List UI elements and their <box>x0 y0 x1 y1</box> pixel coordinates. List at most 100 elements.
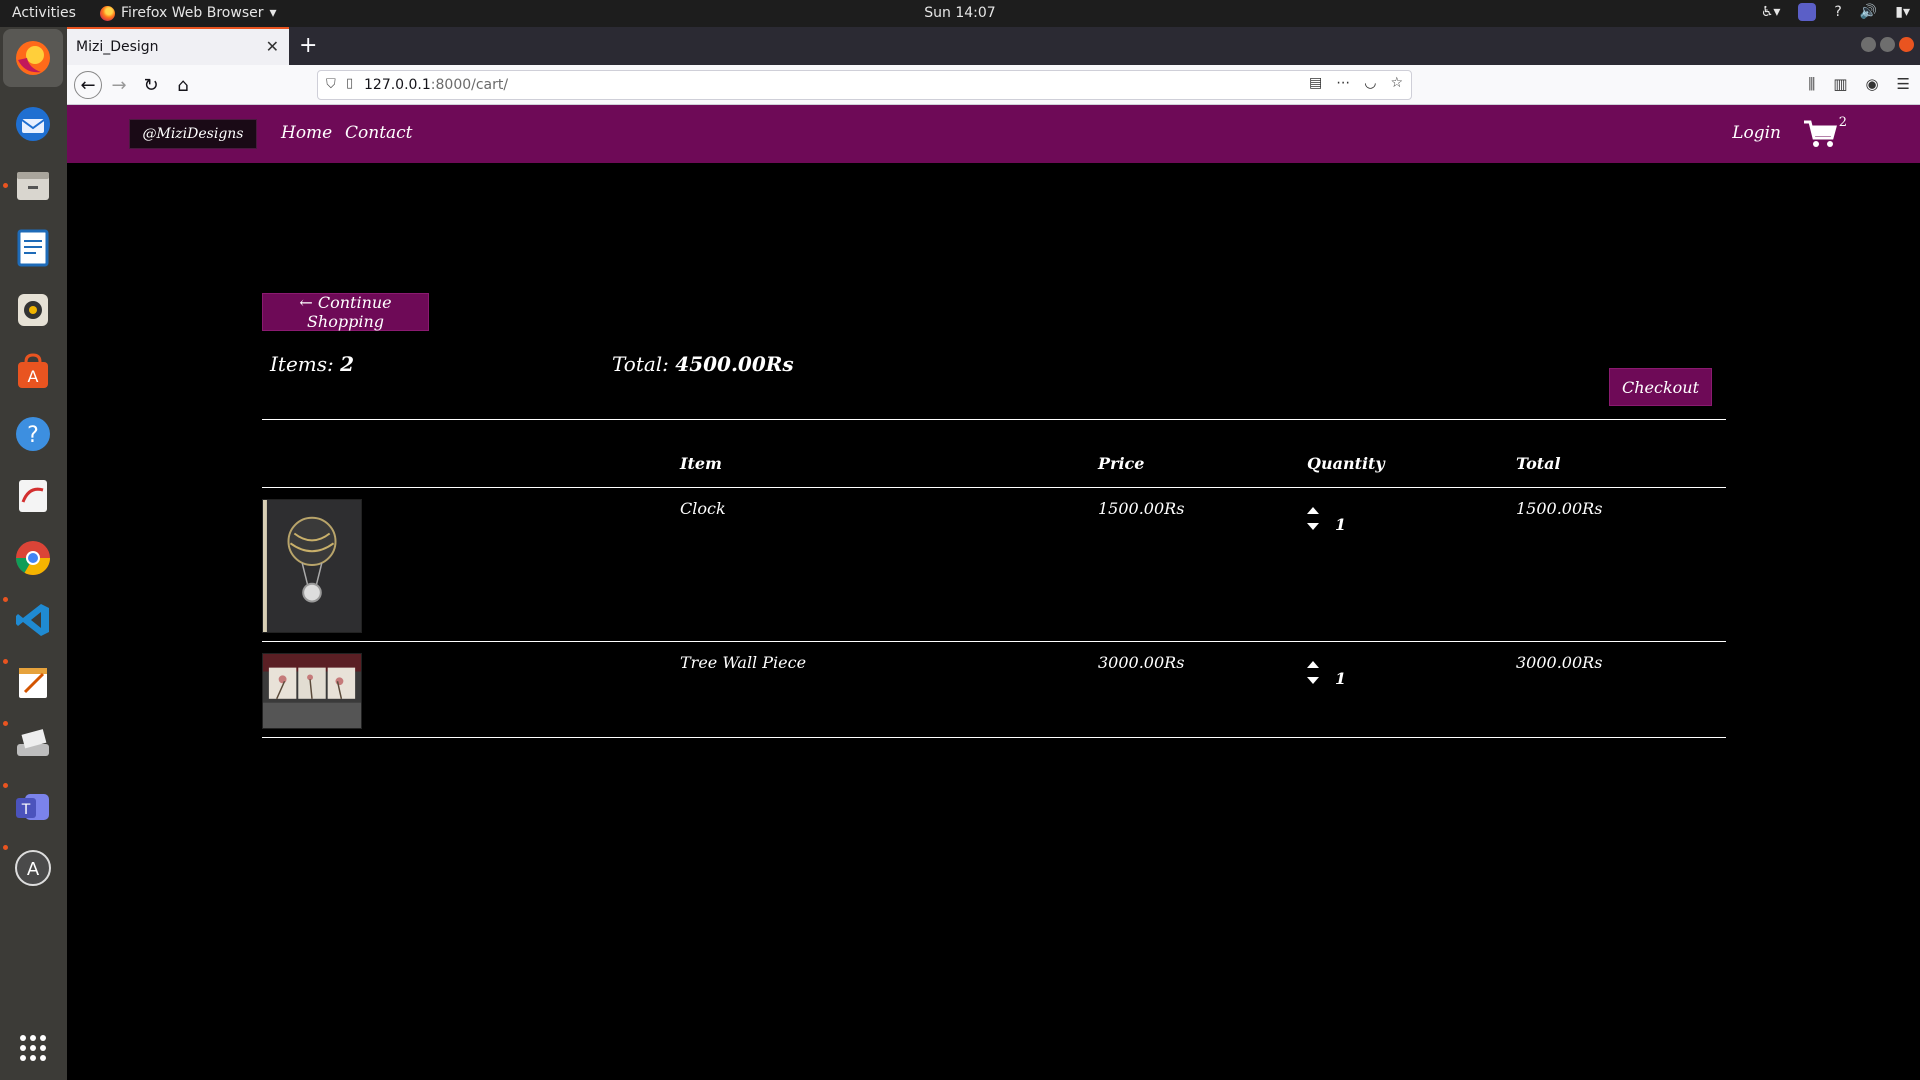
text-editor-icon <box>19 668 47 698</box>
battery-icon[interactable]: ▮▾ <box>1895 4 1910 20</box>
url-bar[interactable]: ⛉ ▯ 127.0.0.1:8000/cart/ ▤ ⋯ ◡ ☆ <box>317 70 1412 100</box>
help-tray-icon[interactable]: ? <box>1834 4 1841 20</box>
product-image-tree-wall-piece <box>262 653 362 729</box>
dock-rhythmbox[interactable] <box>10 287 56 333</box>
site-navbar: @MiziDesigns Home Contact Login 2 <box>67 105 1920 163</box>
header-quantity: Quantity <box>1307 454 1385 473</box>
close-window-button[interactable] <box>1899 37 1914 52</box>
teams-icon: T <box>16 794 49 820</box>
dock-files[interactable] <box>10 163 56 209</box>
library-icon[interactable]: ⫼ <box>1808 75 1815 93</box>
svg-text:A: A <box>27 859 40 880</box>
system-clock[interactable]: Sun 14:07 <box>0 5 1920 21</box>
account-icon[interactable]: ◉ <box>1865 75 1878 93</box>
header-item: Item <box>680 454 722 473</box>
document-viewer-icon <box>19 480 47 512</box>
chrome-icon <box>16 541 50 575</box>
items-summary: Items: 2 <box>270 352 354 376</box>
dock-writer[interactable] <box>10 225 56 271</box>
back-arrow-icon[interactable]: ← <box>74 71 102 99</box>
increase-quantity-icon[interactable] <box>1307 507 1319 514</box>
dock-thunderbird[interactable] <box>10 101 56 147</box>
increase-quantity-icon[interactable] <box>1307 661 1319 668</box>
help-icon: ? <box>16 417 50 451</box>
window-controls <box>1861 37 1914 52</box>
dock-teams[interactable]: T <box>10 783 56 829</box>
dock-scanner[interactable] <box>10 721 56 767</box>
header-price: Price <box>1098 454 1145 473</box>
app-menu-label: Firefox Web Browser <box>121 5 264 21</box>
close-tab-icon[interactable]: ✕ <box>266 37 279 56</box>
maximize-window-button[interactable] <box>1880 37 1895 52</box>
dock: A ? T A <box>0 27 67 1080</box>
chevron-down-icon: ▾ <box>269 5 277 21</box>
row-divider <box>262 737 1726 738</box>
teams-tray-icon[interactable] <box>1798 3 1817 21</box>
svg-text:A: A <box>28 367 39 386</box>
nav-contact-link[interactable]: Contact <box>345 123 413 143</box>
browser-window: Mizi_Design ✕ + ← → ↻ ⌂ ⛉ ▯ 127.0.0.1:80… <box>67 27 1920 1080</box>
header-total: Total <box>1516 454 1561 473</box>
volume-icon[interactable]: 🔊 <box>1860 4 1877 20</box>
dock-firefox[interactable] <box>3 29 63 87</box>
sidebar-icon[interactable]: ▥ <box>1833 75 1847 93</box>
vscode-icon <box>16 604 49 636</box>
thunderbird-icon <box>16 107 50 141</box>
hamburger-menu-icon[interactable]: ☰ <box>1897 75 1910 93</box>
toolbar-right: ⫼ ▥ ◉ ☰ <box>1808 75 1920 93</box>
decrease-quantity-icon[interactable] <box>1307 677 1319 684</box>
accessibility-icon[interactable]: ♿▾ <box>1761 4 1781 20</box>
system-top-bar: Activities Firefox Web Browser ▾ Sun 14:… <box>0 0 1920 27</box>
dock-document-viewer[interactable] <box>10 473 56 519</box>
row-total: 1500.00Rs <box>1516 499 1603 518</box>
reload-icon[interactable]: ↻ <box>137 71 165 99</box>
activities-button[interactable]: Activities <box>12 5 76 21</box>
bookmark-star-icon[interactable]: ☆ <box>1390 75 1403 91</box>
system-tray[interactable]: ♿▾ ? 🔊 ▮▾ <box>1761 3 1910 21</box>
decrease-quantity-icon[interactable] <box>1307 523 1319 530</box>
checkout-button[interactable]: Checkout <box>1609 368 1712 406</box>
nav-home-link[interactable]: Home <box>281 123 332 143</box>
pocket-icon[interactable]: ◡ <box>1364 75 1376 91</box>
quantity-stepper <box>1307 661 1321 684</box>
total-value: 4500.00Rs <box>675 352 794 376</box>
forward-arrow-icon[interactable]: → <box>105 71 133 99</box>
row-quantity: 1 <box>1335 669 1347 688</box>
summary-divider <box>262 419 1726 420</box>
tab-mizi-design[interactable]: Mizi_Design ✕ <box>67 27 289 65</box>
software-updater-icon: A <box>15 850 51 886</box>
dock-help[interactable]: ? <box>10 411 56 457</box>
dock-software-updater[interactable]: A <box>10 845 56 891</box>
scanner-icon <box>17 729 49 756</box>
total-label: Total: <box>612 352 669 376</box>
header-divider <box>262 487 1726 488</box>
login-link[interactable]: Login <box>1732 123 1781 143</box>
row-price: 3000.00Rs <box>1098 653 1185 672</box>
dock-chrome[interactable] <box>10 535 56 581</box>
site-logo[interactable]: @MiziDesigns <box>129 119 257 149</box>
rhythmbox-icon <box>18 294 48 326</box>
minimize-window-button[interactable] <box>1861 37 1876 52</box>
files-icon <box>17 172 49 200</box>
dock-software[interactable]: A <box>10 349 56 395</box>
continue-shopping-button[interactable]: ← Continue Shopping <box>262 293 429 331</box>
dock-show-apps[interactable] <box>10 1025 56 1071</box>
tab-bar: Mizi_Design ✕ + <box>67 27 1920 65</box>
page-info-icon[interactable]: ▯ <box>346 76 353 91</box>
row-item-name: Clock <box>680 499 726 518</box>
svg-text:T: T <box>21 802 31 818</box>
app-menu[interactable]: Firefox Web Browser ▾ <box>100 5 277 21</box>
row-divider <box>262 641 1726 642</box>
row-total: 3000.00Rs <box>1516 653 1603 672</box>
tracking-protection-icon[interactable]: ⛉ <box>326 77 336 92</box>
svg-text:?: ? <box>27 423 39 448</box>
new-tab-icon[interactable]: + <box>299 33 317 58</box>
dock-vscode[interactable] <box>10 597 56 643</box>
cart-count-badge: 2 <box>1838 115 1847 130</box>
cart-icon[interactable] <box>1802 119 1838 149</box>
reader-view-icon[interactable]: ▤ <box>1309 75 1322 91</box>
page-actions-icon[interactable]: ⋯ <box>1336 75 1350 91</box>
home-icon[interactable]: ⌂ <box>169 71 197 99</box>
row-quantity: 1 <box>1335 515 1347 534</box>
dock-text-editor[interactable] <box>10 659 56 705</box>
